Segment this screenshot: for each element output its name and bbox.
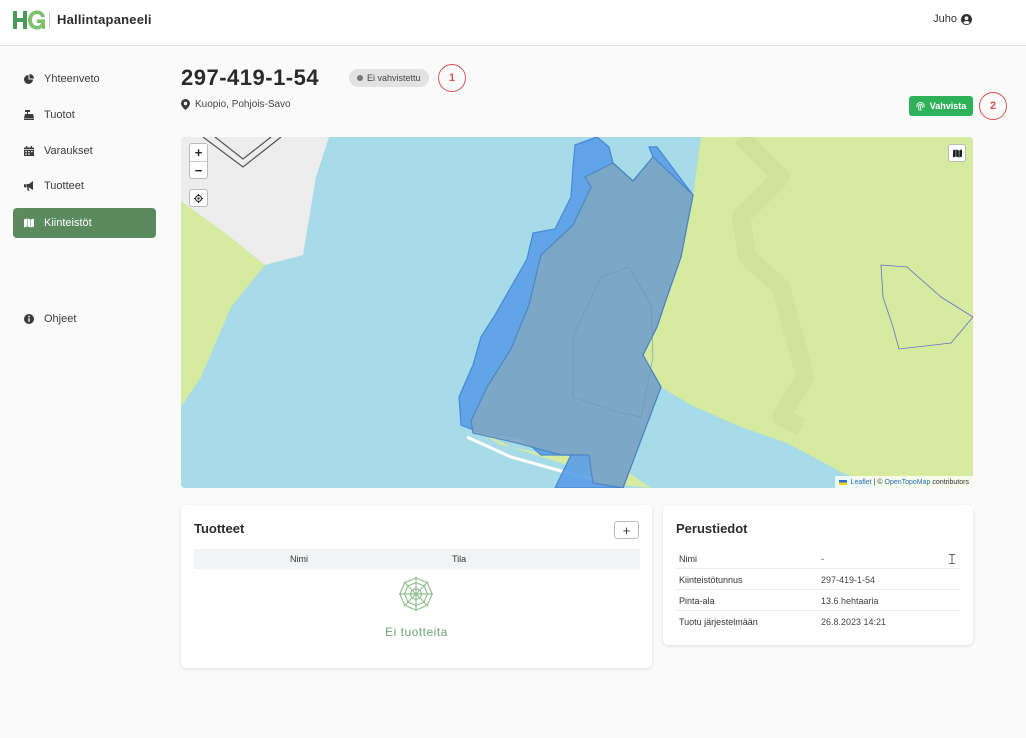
chart-pie-icon: [24, 74, 34, 84]
app-title: Hallintapaneeli: [57, 12, 152, 27]
sidebar-item-varaukset[interactable]: Varaukset: [13, 136, 156, 166]
ukraine-flag-icon: [838, 479, 847, 485]
user-name: Juho: [933, 13, 957, 25]
status-dot-icon: [357, 75, 363, 81]
attribution-separator: | ©: [873, 478, 883, 486]
confirm-label: Vahvista: [929, 101, 967, 111]
info-key: Pinta-ala: [679, 596, 715, 606]
sidebar-item-label: Tuotot: [44, 109, 75, 121]
location: Kuopio, Pohjois-Savo: [181, 99, 291, 110]
info-row: Tuotu järjestelmään 26.8.2023 14:21: [676, 611, 961, 632]
info-circle-icon: [24, 314, 34, 324]
info-key: Tuotu järjestelmään: [679, 617, 758, 627]
leaflet-link[interactable]: Leaflet: [851, 479, 872, 486]
annotation-marker-2: 2: [979, 92, 1007, 120]
fingerprint-icon: [916, 101, 925, 111]
map-tiles: [181, 137, 973, 488]
map-pin-icon: [181, 99, 190, 110]
calendar-icon: [24, 146, 34, 156]
add-product-button[interactable]: +: [614, 521, 639, 539]
property-map[interactable]: + − Leaflet | © OpenTopoMap contributors: [181, 137, 973, 488]
sidebar-item-label: Varaukset: [44, 145, 93, 157]
attribution-suffix: contributors: [932, 478, 969, 486]
products-table-header: Nimi Tila: [194, 549, 640, 569]
sidebar-item-label: Kiinteistöt: [44, 217, 92, 229]
page-title: 297-419-1-54: [181, 65, 320, 90]
info-value: 297-419-1-54: [821, 575, 876, 585]
products-title: Tuotteet: [194, 521, 245, 536]
user-circle-icon: [961, 13, 972, 25]
opentopomap-link[interactable]: OpenTopoMap: [885, 479, 931, 486]
status-label: Ei vahvistettu: [367, 73, 421, 83]
sidebar-item-label: Tuotteet: [44, 180, 84, 192]
sidebar-item-kiinteistot[interactable]: Kiinteistöt: [13, 208, 156, 238]
info-key: Kiinteistötunnus: [679, 575, 743, 585]
hg-logo[interactable]: [12, 9, 46, 31]
map-attribution: Leaflet | © OpenTopoMap contributors: [834, 476, 973, 488]
products-card: Tuotteet + Nimi Tila Ei tuotteita: [181, 505, 652, 668]
empty-state-text: Ei tuotteita: [385, 625, 448, 639]
text-cursor-icon: [949, 554, 955, 564]
sidebar-item-yhteenveto[interactable]: Yhteenveto: [13, 64, 156, 94]
zoom-out-button[interactable]: −: [190, 161, 207, 178]
sidebar-item-label: Yhteenveto: [44, 73, 100, 85]
locate-button[interactable]: [189, 189, 208, 207]
column-header-nimi[interactable]: Nimi: [290, 554, 308, 564]
confirm-button[interactable]: Vahvista: [909, 96, 973, 116]
info-key: Nimi: [679, 554, 697, 564]
sidebar-item-tuotot[interactable]: Tuotot: [13, 100, 156, 130]
annotation-marker-1: 1: [438, 64, 466, 92]
crosshair-icon: [194, 193, 203, 203]
info-value: -: [821, 554, 824, 564]
info-row: Kiinteistötunnus 297-419-1-54: [676, 569, 961, 590]
zoom-controls: + −: [189, 143, 208, 179]
column-header-tila[interactable]: Tila: [452, 554, 466, 564]
sidebar-item-ohjeet[interactable]: Ohjeet: [13, 304, 156, 334]
map-icon: [24, 218, 34, 228]
info-value: 13.6 hehtaaria: [821, 596, 879, 606]
basic-info-card: Perustiedot Nimi - Kiinteistötunnus 297-…: [663, 505, 973, 645]
location-text: Kuopio, Pohjois-Savo: [195, 99, 291, 110]
info-row: Nimi -: [676, 548, 961, 569]
top-bar: Hallintapaneeli Juho: [0, 0, 1026, 46]
megaphone-icon: [24, 181, 33, 191]
spider-web-icon: [398, 576, 434, 612]
sidebar-item-label: Ohjeet: [44, 313, 77, 325]
info-row: Pinta-ala 13.6 hehtaaria: [676, 590, 961, 611]
sidebar-item-tuotteet[interactable]: Tuotteet: [13, 171, 156, 201]
logo-divider: [49, 11, 50, 29]
basic-info-title: Perustiedot: [676, 521, 748, 536]
cash-register-icon: [24, 110, 34, 120]
sidebar: Yhteenveto Tuotot Varaukset Tuotteet Kii…: [0, 46, 170, 738]
info-value: 26.8.2023 14:21: [821, 617, 887, 627]
layers-button[interactable]: [948, 144, 966, 162]
user-menu[interactable]: Juho: [933, 13, 972, 25]
status-badge: Ei vahvistettu: [349, 69, 429, 87]
zoom-in-button[interactable]: +: [190, 144, 207, 161]
map-icon: [952, 148, 962, 158]
